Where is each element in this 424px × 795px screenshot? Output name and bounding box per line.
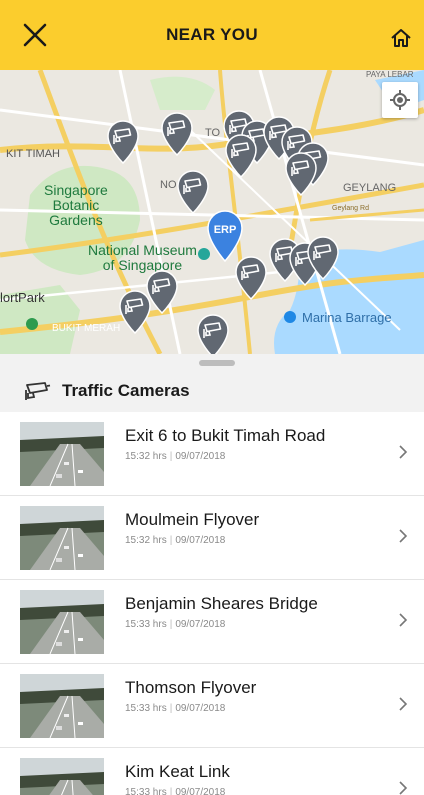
camera-date: 09/07/2018 <box>175 619 226 630</box>
camera-name: Benjamin Sheares Bridge <box>125 594 318 613</box>
map-label-no: NO <box>160 179 177 191</box>
camera-time: 15:33 hrs <box>125 787 167 795</box>
camera-thumbnail <box>20 506 104 570</box>
erp-pin[interactable]: ERP <box>205 208 245 262</box>
camera-name: Moulmein Flyover <box>125 510 260 529</box>
my-location-icon <box>390 90 410 110</box>
camera-thumbnail <box>20 758 104 795</box>
bottom-sheet: Traffic Cameras Exit 6 to Bukit Timah Ro… <box>0 354 424 795</box>
camera-timestamp: 15:33 hrs | 09/07/2018 <box>125 787 225 795</box>
camera-pin[interactable] <box>196 314 230 354</box>
chevron-right-icon <box>399 613 408 627</box>
camera-thumbnail <box>20 422 104 486</box>
map-view[interactable]: KIT TIMAH Singapore Botanic Gardens Nati… <box>0 70 424 354</box>
map-label-fortpark: lortPark <box>0 290 45 305</box>
camera-list-item[interactable]: Kim Keat Link 15:33 hrs | 09/07/2018 <box>0 748 424 795</box>
top-bar: NEAR YOU <box>0 0 424 70</box>
camera-thumbnail <box>20 674 104 738</box>
camera-date: 09/07/2018 <box>175 787 226 795</box>
camera-date: 09/07/2018 <box>175 535 226 546</box>
camera-time: 15:33 hrs <box>125 619 167 630</box>
camera-list-item[interactable]: Exit 6 to Bukit Timah Road 15:32 hrs | 09/0… <box>0 412 424 496</box>
separator: | <box>169 787 173 795</box>
camera-pin[interactable] <box>118 290 152 334</box>
separator: | <box>169 619 173 630</box>
map-label-bukit-merah: BUKIT MERAH <box>52 323 121 334</box>
camera-pin[interactable] <box>284 152 318 196</box>
camera-list-item[interactable]: Thomson Flyover 15:33 hrs | 09/07/2018 <box>0 664 424 748</box>
camera-time: 15:33 hrs <box>125 703 167 714</box>
camera-name: Thomson Flyover <box>125 678 257 697</box>
camera-name: Exit 6 to Bukit Timah Road <box>125 426 326 445</box>
page-title: NEAR YOU <box>166 25 258 44</box>
map-label-national-museum: National Museum of Singapore <box>88 242 197 273</box>
camera-time: 15:32 hrs <box>125 451 167 462</box>
chevron-right-icon <box>399 697 408 711</box>
camera-thumbnail <box>20 590 104 654</box>
section-title: Traffic Cameras <box>62 381 190 400</box>
close-icon[interactable] <box>22 22 48 48</box>
camera-time: 15:32 hrs <box>125 535 167 546</box>
separator: | <box>169 535 173 546</box>
home-icon[interactable] <box>390 27 412 49</box>
camera-timestamp: 15:32 hrs | 09/07/2018 <box>125 535 225 546</box>
camera-pin[interactable] <box>224 134 258 178</box>
map-label-geylang-rd: Geylang Rd <box>332 205 369 212</box>
camera-list-item[interactable]: Benjamin Sheares Bridge 15:33 hrs | 09/07/2… <box>0 580 424 664</box>
camera-pin[interactable] <box>306 236 340 280</box>
camera-date: 09/07/2018 <box>175 703 226 714</box>
map-label-paya-lebar: PAYA LEBAR <box>366 70 414 79</box>
separator: | <box>169 703 173 714</box>
camera-list-item[interactable]: Moulmein Flyover 15:32 hrs | 09/07/2018 <box>0 496 424 580</box>
chevron-right-icon <box>399 529 408 543</box>
map-label-geylang: GEYLANG <box>343 182 397 194</box>
map-label-marina-barrage: Marina Barrage <box>302 310 392 325</box>
camera-pin[interactable] <box>234 256 268 300</box>
camera-timestamp: 15:33 hrs | 09/07/2018 <box>125 703 225 714</box>
camera-pin[interactable] <box>160 112 194 156</box>
drag-handle[interactable] <box>199 360 235 366</box>
camera-date: 09/07/2018 <box>175 451 226 462</box>
camera-list: Exit 6 to Bukit Timah Road 15:32 hrs | 09/0… <box>0 412 424 795</box>
camera-timestamp: 15:33 hrs | 09/07/2018 <box>125 619 225 630</box>
erp-label: ERP <box>214 224 237 236</box>
camera-timestamp: 15:32 hrs | 09/07/2018 <box>125 451 225 462</box>
camera-pin[interactable] <box>106 120 140 164</box>
section-header: Traffic Cameras <box>0 370 424 412</box>
map-label-botanic-gardens: Singapore Botanic Gardens <box>44 182 108 228</box>
chevron-right-icon <box>399 781 408 795</box>
camera-name: Kim Keat Link <box>125 762 230 781</box>
chevron-right-icon <box>399 445 408 459</box>
separator: | <box>169 451 173 462</box>
map-label-bukit-timah: KIT TIMAH <box>6 148 60 160</box>
map-label-to: TO <box>205 127 221 139</box>
cctv-camera-icon <box>25 382 51 400</box>
my-location-button[interactable] <box>382 82 418 118</box>
